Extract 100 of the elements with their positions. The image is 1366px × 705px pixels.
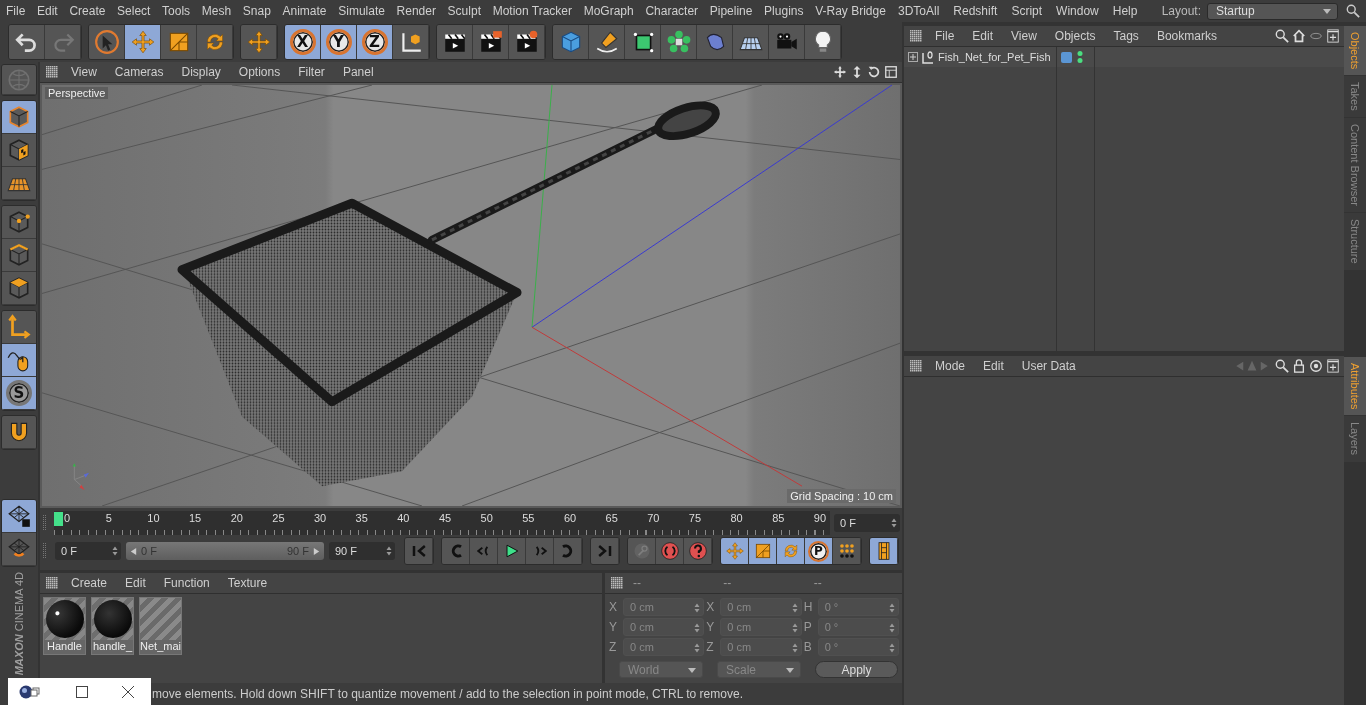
menu-item[interactable]: Render <box>396 4 436 18</box>
menu-item[interactable]: Mesh <box>201 4 232 18</box>
menu-item[interactable]: Bookmarks <box>1147 29 1226 43</box>
side-tab[interactable]: Takes <box>1344 76 1366 118</box>
tool-button[interactable] <box>833 538 861 564</box>
spinner-arrows-icon[interactable] <box>889 623 895 633</box>
home-icon[interactable] <box>1292 29 1306 43</box>
menu-item[interactable]: Plugins <box>764 4 804 18</box>
panel-grip-icon[interactable] <box>910 360 922 372</box>
menu-item[interactable]: Cameras <box>105 65 173 79</box>
menu-item[interactable]: Simulate <box>338 4 385 18</box>
search-icon[interactable] <box>1275 29 1289 43</box>
tool-button[interactable] <box>473 25 509 59</box>
letter-tool-button[interactable]: S <box>2 377 36 410</box>
right-arrow-icon[interactable] <box>312 546 321 556</box>
material-swatch[interactable]: Handle <box>43 597 86 655</box>
material-swatch[interactable]: Net_mai <box>139 597 182 655</box>
menu-item[interactable]: Tags <box>1104 29 1148 43</box>
object-name[interactable]: Fish_Net_for_Pet_Fish <box>938 51 1051 63</box>
timeline-ruler[interactable]: 0 5 10 15 20 25 30 35 40 45 50 55 60 65 70 75 80 85 90 <box>54 511 830 535</box>
layer-color-swatch[interactable] <box>1061 51 1072 63</box>
panel-grip-icon[interactable] <box>46 577 58 589</box>
side-tab[interactable]: Structure <box>1344 213 1366 270</box>
menu-item[interactable]: Script <box>1011 4 1043 18</box>
apply-button[interactable]: Apply <box>815 661 898 678</box>
tool-button[interactable] <box>2 272 36 305</box>
material-swatch[interactable]: handle_ <box>91 597 134 655</box>
spinner-arrows-icon[interactable] <box>694 603 701 613</box>
side-tab[interactable]: Content Browser <box>1344 118 1366 212</box>
tool-button[interactable] <box>509 25 545 59</box>
letter-tool-button[interactable]: X <box>285 25 321 59</box>
letter-tool-button[interactable]: P <box>805 538 833 564</box>
menu-item[interactable]: Redshift <box>953 4 998 18</box>
letter-tool-button[interactable]: Z <box>357 25 393 59</box>
spinner-arrows-icon[interactable] <box>386 546 392 556</box>
maximize-icon[interactable] <box>74 683 90 700</box>
menu-item[interactable]: View <box>1002 29 1046 43</box>
menu-item[interactable]: Animate <box>282 4 327 18</box>
menu-item[interactable]: Pipeline <box>709 4 753 18</box>
menu-item[interactable]: Help <box>1112 4 1138 18</box>
menu-item[interactable]: File <box>926 29 964 43</box>
panel-grip-icon[interactable] <box>43 543 47 559</box>
menu-item[interactable]: User Data <box>1012 359 1085 373</box>
tool-button[interactable] <box>2 134 36 167</box>
side-tab[interactable]: Objects <box>1344 26 1366 76</box>
spinner-arrows-icon[interactable] <box>694 643 701 653</box>
spinner-arrows-icon[interactable] <box>889 643 895 653</box>
spinner-arrows-icon[interactable] <box>791 623 798 633</box>
menu-item[interactable]: View <box>62 65 106 79</box>
side-tab[interactable]: Layers <box>1344 416 1366 462</box>
menu-item[interactable]: Edit <box>963 29 1003 43</box>
layout-dropdown[interactable]: Startup <box>1207 2 1338 20</box>
end-frame-field[interactable]: 90 F <box>329 542 395 560</box>
menu-item[interactable]: Create <box>69 4 106 18</box>
menu-item[interactable]: Character <box>645 4 699 18</box>
search-icon[interactable] <box>1275 359 1289 373</box>
tool-button[interactable] <box>2 239 36 272</box>
letter-tool-button[interactable]: Y <box>321 25 357 59</box>
maximize-icon[interactable] <box>884 65 898 79</box>
panel-grip-icon[interactable] <box>43 515 47 531</box>
panel-grip-icon[interactable] <box>46 66 58 78</box>
tool-button[interactable] <box>2 344 36 377</box>
move-arrows-icon[interactable] <box>833 65 847 79</box>
menu-item[interactable]: MoGraph <box>583 4 634 18</box>
menu-item[interactable]: Texture <box>218 576 277 590</box>
tool-button[interactable] <box>393 25 429 59</box>
left-arrow-icon[interactable] <box>129 546 138 556</box>
menu-item[interactable]: 3DToAll <box>898 4 940 18</box>
menu-item[interactable]: Panel <box>333 65 383 79</box>
menu-item[interactable]: Tools <box>162 4 191 18</box>
menu-item[interactable]: Function <box>154 576 219 590</box>
menu-item[interactable]: Create <box>62 576 117 590</box>
new-panel-icon[interactable] <box>1326 359 1340 373</box>
menu-item[interactable]: Motion Tracker <box>492 4 572 18</box>
tool-button[interactable] <box>805 25 841 59</box>
tool-button[interactable] <box>733 25 769 59</box>
new-panel-icon[interactable] <box>1326 29 1340 43</box>
tool-button[interactable] <box>589 25 625 59</box>
menu-item[interactable]: File <box>6 4 26 18</box>
tool-button[interactable] <box>437 25 473 59</box>
tool-button[interactable] <box>2 499 36 533</box>
menu-item[interactable]: Objects <box>1045 29 1105 43</box>
menu-item[interactable]: Sculpt <box>447 4 481 18</box>
tool-button[interactable] <box>625 25 661 59</box>
menu-item[interactable]: Mode <box>926 359 975 373</box>
spinner-arrows-icon[interactable] <box>112 546 118 556</box>
tool-button[interactable] <box>2 416 36 449</box>
plus-box-icon[interactable] <box>908 52 918 62</box>
menu-item[interactable]: Filter <box>289 65 334 79</box>
spinner-arrows-icon[interactable] <box>791 643 798 653</box>
spinner-arrows-icon[interactable] <box>891 518 897 528</box>
menu-item[interactable]: Window <box>1056 4 1099 18</box>
menu-item[interactable]: Snap <box>242 4 271 18</box>
lock-icon[interactable] <box>1292 359 1306 373</box>
menu-item[interactable]: Select <box>117 4 151 18</box>
menu-item[interactable]: Edit <box>974 359 1013 373</box>
panel-grip-icon[interactable] <box>611 577 623 589</box>
menu-item[interactable]: Options <box>229 65 290 79</box>
spinner-arrows-icon[interactable] <box>694 623 701 633</box>
tool-button[interactable] <box>661 25 697 59</box>
